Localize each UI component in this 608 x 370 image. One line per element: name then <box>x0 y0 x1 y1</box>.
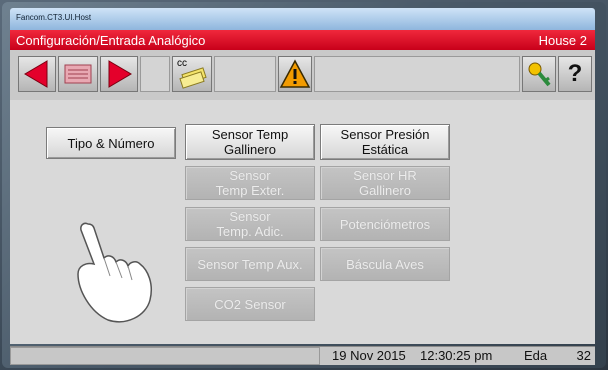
help-icon: ? <box>567 60 583 87</box>
bascula-aves-button[interactable]: Báscula Aves <box>320 247 450 281</box>
toolbar-spacer <box>314 56 520 92</box>
potenciometros-button[interactable]: Potenciómetros <box>320 207 450 241</box>
list-icon <box>64 64 92 84</box>
toolbar-spacer <box>214 56 276 92</box>
page-title: Configuración/Entrada Analógico <box>16 33 206 48</box>
co2-sensor-button[interactable]: CO2 Sensor <box>185 287 315 321</box>
co2-sensor-label: CO2 Sensor <box>214 296 286 312</box>
tipo-numero-button[interactable]: Tipo & Número <box>46 127 176 159</box>
cc-label: cc <box>177 58 187 69</box>
tipo-numero-label: Tipo & Número <box>67 135 155 151</box>
warning-icon <box>279 59 311 88</box>
sensor-hr-gallinero-button[interactable]: Sensor HR Gallinero <box>320 166 450 200</box>
bascula-aves-label: Báscula Aves <box>346 256 424 272</box>
status-time: 12:30:25 pm <box>420 348 493 363</box>
sensor-temp-exter-label: Sensor Temp Exter. <box>215 168 285 198</box>
status-message-field <box>10 347 320 365</box>
sensor-presion-estatica-label: Sensor Presión Estática <box>340 127 430 157</box>
sensor-temp-gallinero-label: Sensor Temp Gallinero <box>211 127 289 157</box>
house-label: House 2 <box>538 33 587 48</box>
toolbar-spacer <box>140 56 170 92</box>
host-window-title: Fancom.CT3.UI.Host <box>16 13 92 22</box>
key-button[interactable] <box>522 56 556 92</box>
forward-button[interactable] <box>100 56 138 92</box>
status-number: 32 <box>576 348 591 363</box>
sensor-temp-gallinero-button[interactable]: Sensor Temp Gallinero <box>185 124 315 160</box>
key-icon <box>528 62 551 87</box>
host-window-bar: Fancom.CT3.UI.Host <box>10 8 595 30</box>
potenciometros-label: Potenciómetros <box>339 216 431 232</box>
sensor-temp-adic-label: Sensor Temp. Adic. <box>216 209 284 239</box>
sensor-temp-aux-button[interactable]: Sensor Temp Aux. <box>185 247 315 281</box>
status-date: 19 Nov 2015 <box>332 348 406 363</box>
status-user: Eda <box>524 348 548 363</box>
right-arrow-icon <box>108 60 132 88</box>
list-view-button[interactable] <box>58 56 98 92</box>
back-button[interactable] <box>18 56 56 92</box>
help-button[interactable]: ? <box>558 56 592 92</box>
sensor-hr-gallinero-label: Sensor HR Gallinero <box>353 168 417 198</box>
warning-button[interactable] <box>278 56 312 92</box>
sensor-temp-aux-label: Sensor Temp Aux. <box>197 256 303 272</box>
toolbar: cc ? <box>10 50 595 102</box>
cc-button[interactable]: cc <box>172 56 212 92</box>
screen-titlebar: Configuración/Entrada Analógico House 2 <box>10 30 595 50</box>
sensor-presion-estatica-button[interactable]: Sensor Presión Estática <box>320 124 450 160</box>
pointing-hand-icon <box>77 222 152 323</box>
sensor-temp-adic-button[interactable]: Sensor Temp. Adic. <box>185 207 315 241</box>
sensor-temp-exter-button[interactable]: Sensor Temp Exter. <box>185 166 315 200</box>
content-panel: Tipo & Número Sensor Temp Gallinero Sens… <box>10 100 595 344</box>
left-arrow-icon <box>24 60 48 88</box>
status-bar: 19 Nov 2015 12:30:25 pm Eda 32 <box>10 346 595 365</box>
